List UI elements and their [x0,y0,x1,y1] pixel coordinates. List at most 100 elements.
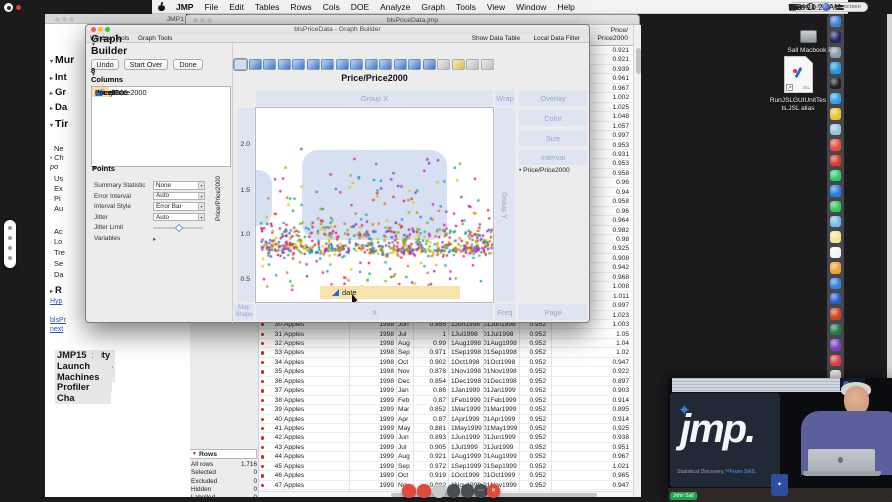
dock-do-not-disturb-icon[interactable] [830,355,841,366]
jitter-select[interactable]: Auto▾ [153,213,205,222]
menu-help[interactable]: Help [557,2,574,12]
menu-rows[interactable]: Rows [290,2,311,12]
siri-icon[interactable] [822,3,830,11]
outline-int[interactable]: ▸Int [50,72,67,83]
table-row[interactable]: 42Apples1999Jun0.8931Jun199901Jun19990.9… [259,433,633,442]
macbook-drive-icon[interactable] [800,30,817,43]
legend-item[interactable]: • Price/Price2000 [519,167,591,174]
table-row[interactable]: 41Apples1999May0.8811May199901May19990.9… [259,424,633,433]
row-state-icon[interactable] [261,427,264,430]
participants-button[interactable] [447,484,461,498]
row-state-icon[interactable] [261,333,264,336]
presenter-video-overlay[interactable]: QTL jmp. ✦ Statistical Discovery.™ From … [668,378,892,502]
done-button[interactable]: Done [173,59,203,70]
dock-onenote-icon[interactable] [830,339,841,350]
apple-menu-icon[interactable] [158,3,165,11]
table-row[interactable]: 36Apples1998Dec0.8541Dec199801Dec19980.9… [259,377,633,386]
dock-finder-icon[interactable] [830,16,841,27]
drop-zone-interval[interactable]: Interval [519,150,587,165]
tool-heatmap-icon[interactable] [379,59,392,70]
drop-zone-color[interactable]: Color [519,110,587,126]
leave-button[interactable]: ✕ [487,484,501,498]
row-state-icon[interactable] [261,446,264,449]
dock-system-settings-icon[interactable] [830,47,841,58]
outline-blspr[interactable]: blsPr [50,317,66,324]
scrollbar-thumb[interactable] [636,48,641,74]
dock-excel-icon[interactable] [830,324,841,335]
slider-thumb[interactable] [175,224,183,232]
row-state-icon[interactable] [261,389,264,392]
tool-treemap-icon[interactable] [408,59,421,70]
row-state-icon[interactable] [261,418,264,421]
outline-da[interactable]: ·Da [50,270,64,279]
outline-us[interactable]: ·Us [50,174,63,183]
dock-keynote-icon[interactable] [830,278,841,289]
tool-line-icon[interactable] [307,59,320,70]
dock-chrome-icon[interactable] [830,108,841,119]
webex-side-toolbar[interactable] [4,220,16,268]
webex-window-control-icon[interactable] [4,3,13,12]
tool-parallel-plot-icon[interactable] [481,59,494,70]
dock-launchpad-icon[interactable] [830,31,841,42]
dock-mail-icon[interactable] [830,216,841,227]
tool-map-shapes-icon[interactable] [466,59,479,70]
row-state-icon[interactable] [261,436,264,439]
table-row[interactable]: 31Apples1998Jul11Jul199801Jul19980.9521.… [259,330,633,339]
ratio-column-header-line1[interactable]: Price/ [611,27,628,34]
outline-po[interactable]: po [50,162,58,171]
menu-graph[interactable]: Graph [421,2,445,12]
dragged-variable-pill[interactable]: date [320,286,460,299]
scatter-points[interactable] [256,108,494,303]
start-over-button[interactable]: Start Over [124,59,168,70]
outline-r[interactable]: ▸R [50,285,62,296]
zoom-icon[interactable] [69,17,74,22]
summary-statistic-select[interactable]: None▾ [153,181,205,190]
local-data-filter-link[interactable]: Local Data Filter [533,35,580,42]
table-row[interactable]: 32Apples1998Aug0.991Aug199801Aug19980.95… [259,339,633,348]
error-interval-select[interactable]: Auto▾ [153,192,205,201]
table-row[interactable]: 46Apples1999Oct0.9191Oct199901Oct19990.9… [259,471,633,480]
table-row[interactable]: 47Apples1999Nov0.9021Nov199901Nov19990.9… [259,481,633,490]
drop-zone-wrap[interactable]: Wrap [495,90,515,106]
row-state-icon[interactable] [261,351,264,354]
menu-tools[interactable]: Tools [456,2,476,12]
drop-zone-freq[interactable]: Freq [495,304,515,320]
table-row[interactable]: 33Apples1998Sep0.9711Sep199801Sep19980.9… [259,348,633,357]
dock-terminal-icon[interactable] [830,78,841,89]
row-state-icon[interactable] [261,399,264,402]
row-state-icon[interactable] [261,455,264,458]
red-triangle-icon[interactable]: ▼ [192,452,197,457]
outline-gr[interactable]: ▸Gr [50,87,66,98]
tool-histogram-icon[interactable] [365,59,378,70]
row-state-icon[interactable] [261,465,264,468]
table-row[interactable]: 34Apples1998Oct0.9021Oct199801Oct19980.9… [259,358,633,367]
outline-lo[interactable]: ·Lo [50,237,62,246]
row-state-icon[interactable] [261,370,264,373]
spotlight-icon[interactable] [807,3,815,12]
row-state-icon[interactable] [261,474,264,477]
outline-tre[interactable]: ·Tre [50,248,65,257]
dock-preview-icon[interactable] [830,124,841,135]
outline-pi[interactable]: ·Pi [50,194,61,203]
table-row[interactable]: 40Apples1999Apr0.871Apr199901Apr19990.95… [259,415,633,424]
drop-zone-overlay[interactable]: Overlay [519,90,587,106]
tool-bar-icon[interactable] [321,59,334,70]
outline-ch[interactable]: •Ch [50,153,64,162]
tool-caption-box-icon[interactable] [437,59,450,70]
outline-ac[interactable]: ·Ac [50,227,63,236]
drop-zone-group-x[interactable]: Group X [256,90,493,106]
drop-zone-x[interactable]: X [256,304,493,320]
drop-zone-size[interactable]: Size [519,130,587,146]
outline-se[interactable]: ·Se [50,259,63,268]
row-state-icon[interactable] [261,361,264,364]
tool-smoother-icon[interactable] [249,59,262,70]
table-row[interactable]: 38Apples1999Feb0.871Feb199901Feb19990.95… [259,396,633,405]
outline-ne[interactable]: ·Ne [50,144,64,153]
menu-edit[interactable]: Edit [229,2,244,12]
chat-button[interactable] [461,484,475,498]
dock-webex-icon[interactable] [830,170,841,181]
row-state-icon[interactable] [261,323,264,326]
dock-app-store-icon[interactable] [830,62,841,73]
menu-tables[interactable]: Tables [255,2,280,12]
table-row[interactable]: 35Apples1998Nov0.8781Nov199801Nov19980.9… [259,367,633,376]
